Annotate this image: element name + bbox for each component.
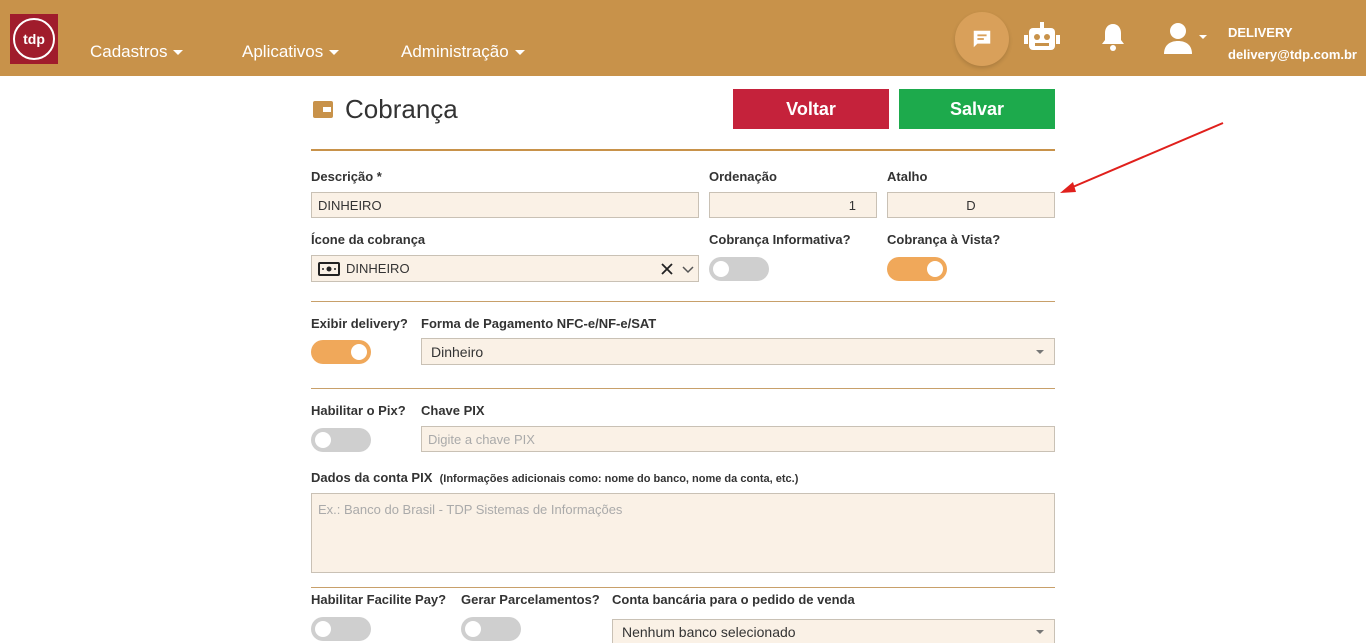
ordenacao-label: Ordenação (709, 169, 777, 184)
chevron-down-icon (1036, 350, 1044, 354)
habilitar-pix-toggle[interactable] (311, 428, 371, 452)
conta-bancaria-select[interactable]: Nenhum banco selecionado (612, 619, 1055, 643)
user-name: DELIVERY (1228, 25, 1293, 40)
icone-select[interactable]: DINHEIRO (311, 255, 699, 282)
informativa-label: Cobrança Informativa? (709, 232, 851, 247)
atalho-input[interactable]: D (887, 192, 1055, 218)
forma-pagamento-select[interactable]: Dinheiro (421, 338, 1055, 365)
user-menu-button[interactable] (1162, 22, 1208, 56)
toggle-knob (927, 261, 943, 277)
nav-cadastros-label: Cadastros (90, 42, 168, 61)
informativa-toggle[interactable] (709, 257, 769, 281)
user-icon (1164, 23, 1207, 54)
money-icon (318, 261, 340, 276)
toggle-knob (465, 621, 481, 637)
wallet-icon (313, 101, 333, 118)
tdp-logo[interactable]: tdp (10, 14, 58, 64)
forma-pagamento-label: Forma de Pagamento NFC-e/NF-e/SAT (421, 316, 657, 331)
bell-icon (1102, 24, 1124, 51)
dados-pix-title: Dados da conta PIX (311, 470, 433, 485)
back-button[interactable]: Voltar (733, 89, 889, 129)
divider (311, 388, 1055, 389)
clear-icon[interactable] (660, 262, 674, 276)
chevron-down-icon (173, 49, 184, 55)
chevron-down-icon[interactable] (682, 266, 694, 274)
toggle-knob (315, 621, 331, 637)
conta-bancaria-value: Nenhum banco selecionado (622, 623, 796, 640)
chevron-down-icon (1036, 630, 1044, 634)
user-email: delivery@tdp.com.br (1228, 47, 1357, 62)
exibir-delivery-toggle[interactable] (311, 340, 371, 364)
chave-pix-input[interactable]: Digite a chave PIX (421, 426, 1055, 452)
toggle-knob (315, 432, 331, 448)
forma-pagamento-value: Dinheiro (431, 343, 484, 360)
dados-pix-label: Dados da conta PIX (Informações adiciona… (311, 470, 798, 485)
exibir-delivery-label: Exibir delivery? (311, 316, 408, 331)
save-button[interactable]: Salvar (899, 89, 1055, 129)
toggle-knob (713, 261, 729, 277)
habilitar-pix-label: Habilitar o Pix? (311, 403, 406, 418)
nav-aplicativos-label: Aplicativos (242, 42, 324, 61)
divider (311, 301, 1055, 302)
dados-pix-hint: (Informações adicionais como: nome do ba… (439, 473, 799, 485)
chave-pix-label: Chave PIX (421, 403, 485, 418)
chat-icon (973, 30, 991, 48)
ordenacao-input[interactable]: 1 (709, 192, 877, 218)
robot-button[interactable] (1024, 22, 1060, 54)
parcelamentos-label: Gerar Parcelamentos? (461, 592, 600, 607)
divider (311, 587, 1055, 588)
logo-text: tdp (13, 18, 55, 60)
nav-cadastros[interactable]: Cadastros (90, 42, 184, 62)
descricao-input[interactable]: DINHEIRO (311, 192, 699, 218)
facilite-pay-label: Habilitar Facilite Pay? (311, 592, 447, 607)
notifications-button[interactable] (1100, 22, 1126, 52)
nav-aplicativos[interactable]: Aplicativos (242, 42, 340, 62)
chat-button[interactable] (955, 12, 1009, 66)
descricao-label: Descrição * (311, 169, 382, 184)
a-vista-label: Cobrança à Vista? (887, 232, 1001, 247)
parcelamentos-toggle[interactable] (461, 617, 521, 641)
divider (311, 149, 1055, 151)
page-title: Cobrança (345, 94, 458, 124)
conta-bancaria-label: Conta bancária para o pedido de venda (612, 592, 855, 607)
nav-administracao[interactable]: Administração (401, 42, 525, 62)
robot-icon (1024, 22, 1060, 50)
chevron-down-icon (514, 49, 525, 55)
icone-label: Ícone da cobrança (311, 232, 426, 247)
nav-administracao-label: Administração (401, 42, 509, 61)
icone-value: DINHEIRO (346, 261, 410, 276)
top-navbar: tdp Cadastros Aplicativos Administração (0, 0, 1366, 76)
toggle-knob (351, 344, 367, 360)
dados-pix-textarea[interactable]: Ex.: Banco do Brasil - TDP Sistemas de I… (311, 493, 1055, 573)
chevron-down-icon (329, 49, 340, 55)
atalho-label: Atalho (887, 169, 928, 184)
facilite-pay-toggle[interactable] (311, 617, 371, 641)
a-vista-toggle[interactable] (887, 257, 947, 281)
